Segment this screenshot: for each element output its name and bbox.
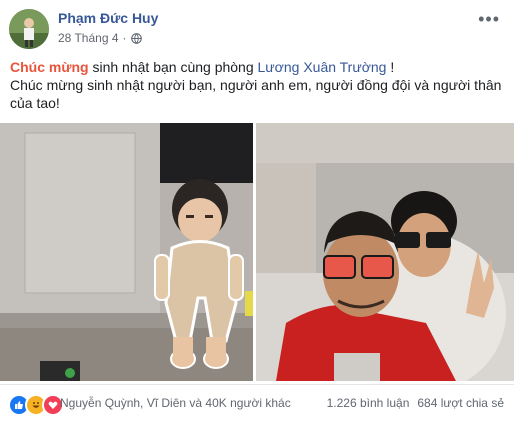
reaction-icons[interactable]	[8, 394, 64, 416]
post-text: Chúc mừng sinh nhật bạn cùng phòng Lương…	[10, 58, 504, 112]
post-header: Phạm Đức Huy 28 Tháng 4 · •••	[0, 0, 514, 52]
photo-grid	[0, 123, 514, 381]
post-text-line2: Chúc mừng sinh nhật người bạn, người anh…	[10, 77, 502, 111]
reactions-summary[interactable]: Nguyễn Quỳnh, Vĩ Diên và 40K người khác	[60, 396, 291, 410]
author-name[interactable]: Phạm Đức Huy	[58, 10, 158, 26]
comments-count[interactable]: 1.226 bình luận	[327, 396, 410, 410]
meta-separator: ·	[122, 31, 127, 45]
post-text-line1: Chúc mừng sinh nhật bạn cùng phòng Lương…	[10, 58, 504, 76]
highlight-text[interactable]: Chúc mừng	[10, 59, 89, 75]
post-stats: 1.226 bình luận 684 lượt chia sẻ	[327, 396, 504, 410]
shares-count[interactable]: 684 lượt chia sẻ	[417, 396, 504, 410]
author-avatar[interactable]	[9, 9, 49, 49]
tagged-friend-link[interactable]: Lương Xuân Trường	[258, 59, 387, 75]
more-options-button[interactable]: •••	[478, 10, 500, 28]
photo-child[interactable]	[0, 123, 253, 381]
line1-end: !	[386, 59, 395, 75]
line1-text: sinh nhật bạn cùng phòng	[88, 59, 258, 75]
globe-icon[interactable]	[130, 32, 142, 44]
post-footer: Nguyễn Quỳnh, Vĩ Diên và 40K người khác …	[0, 384, 514, 429]
photo-selfie[interactable]	[256, 123, 514, 381]
post-date[interactable]: 28 Tháng 4	[58, 31, 119, 45]
post-meta: 28 Tháng 4 ·	[58, 31, 142, 45]
